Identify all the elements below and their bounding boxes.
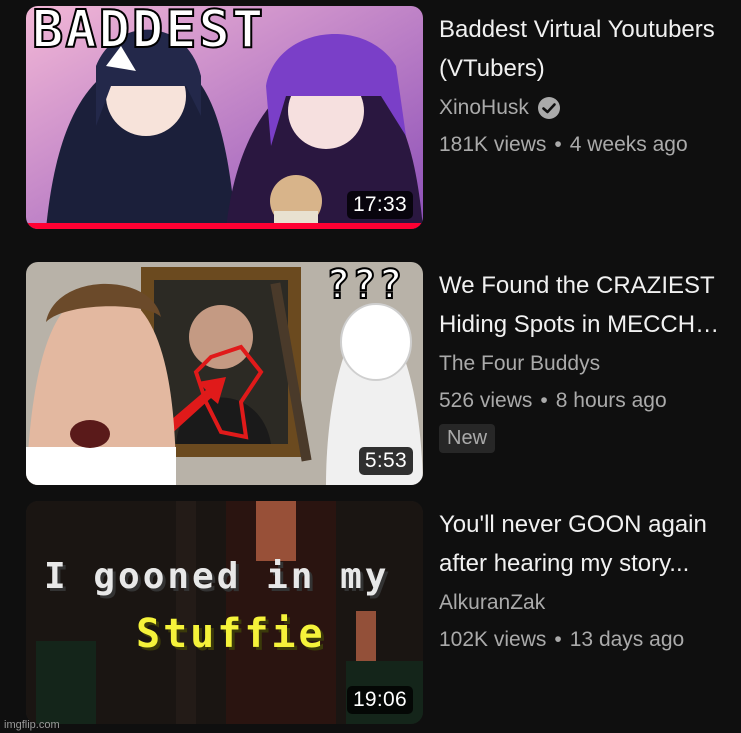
channel-row[interactable]: XinoHusk	[439, 90, 741, 126]
channel-row[interactable]: The Four Buddys	[439, 346, 741, 382]
duration-badge: 17:33	[346, 191, 413, 219]
verified-icon	[537, 97, 560, 119]
video-thumbnail[interactable]: BADDEST 17:33	[26, 6, 423, 229]
separator-dot: •	[554, 133, 562, 156]
thumbnail-question-marks: ???	[325, 262, 405, 309]
view-count: 102K views	[439, 628, 547, 651]
video-meta: You'll never GOON again after hearing my…	[439, 505, 741, 659]
video-stats: 181K views • 4 weeks ago	[439, 126, 741, 164]
thumbnail-title-text: BADDEST	[31, 6, 266, 61]
channel-row[interactable]: AlkuranZak	[439, 585, 741, 621]
video-title[interactable]: Baddest Virtual Youtubers (VTubers)	[439, 10, 741, 88]
new-badge: New	[439, 424, 496, 453]
channel-name[interactable]: XinoHusk	[439, 90, 529, 126]
channel-name[interactable]: The Four Buddys	[439, 346, 600, 382]
video-stats: 102K views • 13 days ago	[439, 621, 741, 659]
separator-dot: •	[540, 389, 548, 412]
duration-badge: 5:53	[358, 447, 413, 475]
upload-age: 8 hours ago	[555, 389, 667, 412]
video-thumbnail[interactable]: I gooned in my Stuffie 19:06	[26, 501, 423, 724]
video-item[interactable]: ??? 5:53 We Found the CRAZIEST Hiding Sp…	[26, 262, 741, 485]
video-item[interactable]: BADDEST 17:33 Baddest Virtual Youtubers …	[26, 6, 741, 236]
imgflip-watermark: imgflip.com	[4, 719, 60, 731]
upload-age: 4 weeks ago	[569, 133, 688, 156]
upload-age: 13 days ago	[569, 628, 685, 651]
video-title[interactable]: We Found the CRAZIEST Hiding Spots in ME…	[439, 266, 741, 344]
separator-dot: •	[554, 628, 562, 651]
video-stats: 526 views • 8 hours ago	[439, 382, 741, 420]
video-thumbnail[interactable]: ??? 5:53	[26, 262, 423, 485]
channel-name[interactable]: AlkuranZak	[439, 585, 545, 621]
thumbnail-caption-line2: Stuffie	[136, 611, 326, 657]
thumbnail-caption-line1: I gooned in my	[44, 556, 390, 597]
video-meta: Baddest Virtual Youtubers (VTubers) Xino…	[439, 10, 741, 164]
video-meta: We Found the CRAZIEST Hiding Spots in ME…	[439, 266, 741, 453]
watch-progress-bar	[26, 223, 423, 229]
duration-badge: 19:06	[346, 686, 413, 714]
video-title[interactable]: You'll never GOON again after hearing my…	[439, 505, 741, 583]
view-count: 526 views	[439, 389, 533, 412]
view-count: 181K views	[439, 133, 547, 156]
video-item[interactable]: I gooned in my Stuffie 19:06 You'll neve…	[26, 501, 741, 724]
